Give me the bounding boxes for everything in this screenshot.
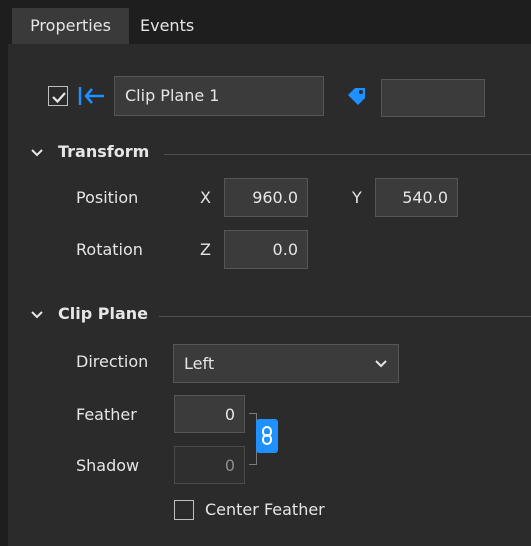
- link-icon: [262, 426, 272, 445]
- direction-select[interactable]: Left: [173, 344, 399, 383]
- link-button[interactable]: [256, 419, 278, 453]
- rotation-label: Rotation: [76, 240, 143, 259]
- dropdown-chevron-icon: [375, 360, 387, 368]
- panel-left-edge: [0, 44, 8, 546]
- y-label: Y: [352, 188, 362, 207]
- center-feather-label: Center Feather: [205, 500, 325, 519]
- shadow-field[interactable]: 0: [174, 446, 245, 484]
- chevron-down-icon[interactable]: [29, 307, 45, 323]
- rotation-z-field[interactable]: 0.0: [224, 230, 308, 269]
- position-y-field[interactable]: 540.0: [375, 178, 458, 217]
- visible-checkbox[interactable]: [48, 86, 68, 106]
- tab-properties[interactable]: Properties: [12, 8, 129, 44]
- position-x-value: 960.0: [252, 188, 298, 207]
- feather-field[interactable]: 0: [174, 395, 245, 433]
- shadow-value: 0: [224, 456, 235, 475]
- clip-plane-section-title[interactable]: Clip Plane: [58, 304, 148, 323]
- feather-label: Feather: [76, 405, 137, 424]
- tab-properties-label: Properties: [30, 16, 111, 35]
- name-input[interactable]: Clip Plane 1: [114, 76, 324, 116]
- center-feather-checkbox[interactable]: [174, 500, 194, 520]
- position-x-field[interactable]: 960.0: [224, 178, 308, 217]
- direction-value: Left: [184, 354, 215, 373]
- name-input-value: Clip Plane 1: [125, 86, 220, 105]
- checkbox-icon: [52, 92, 66, 104]
- shadow-label: Shadow: [76, 456, 140, 475]
- transform-section-title[interactable]: Transform: [58, 142, 149, 161]
- tab-events-label: Events: [140, 16, 195, 35]
- tag-icon[interactable]: [345, 84, 369, 106]
- clip-plane-divider: [159, 316, 531, 317]
- transform-divider: [164, 154, 531, 155]
- position-y-value: 540.0: [402, 188, 448, 207]
- tag-input[interactable]: [381, 79, 485, 117]
- chevron-down-icon[interactable]: [29, 145, 45, 161]
- position-label: Position: [76, 188, 139, 207]
- direction-label: Direction: [76, 352, 149, 371]
- feather-value: 0: [224, 405, 235, 424]
- x-label: X: [200, 188, 211, 207]
- rotation-z-value: 0.0: [272, 240, 298, 259]
- arrow-left-bar-icon[interactable]: [76, 85, 106, 107]
- z-label: Z: [200, 240, 211, 259]
- tab-events[interactable]: Events: [140, 8, 210, 44]
